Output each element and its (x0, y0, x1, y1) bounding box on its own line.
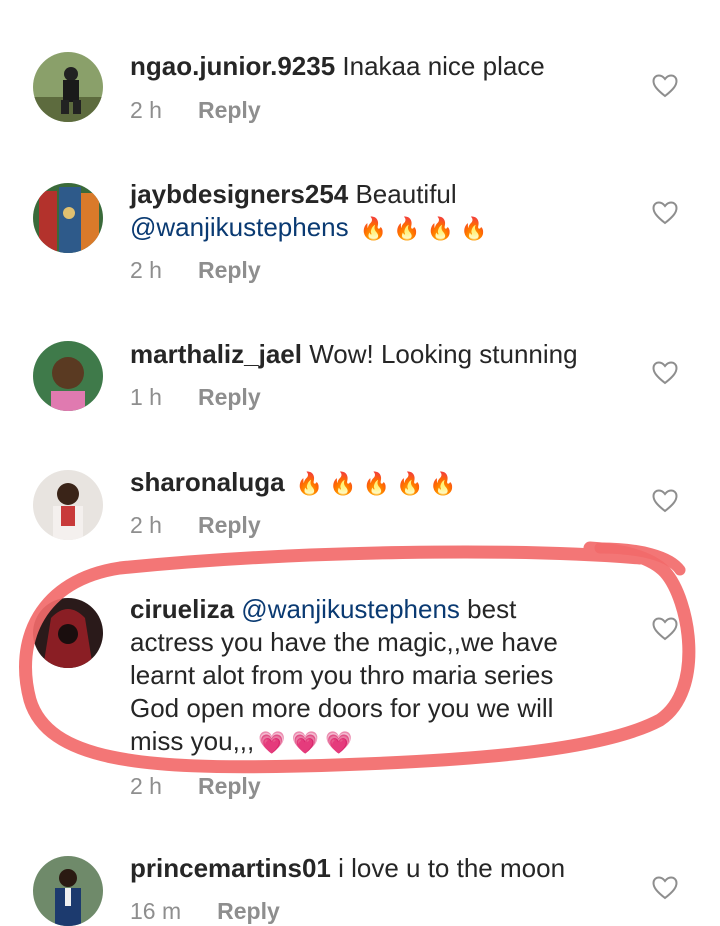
avatar[interactable] (33, 856, 103, 926)
comment-username[interactable]: ngao.junior.9235 (130, 51, 335, 81)
comment-time: 2 h (130, 97, 162, 123)
highlight-circle (19, 541, 696, 774)
avatar[interactable] (33, 598, 103, 668)
fire-emoji-icon: 🔥🔥🔥🔥🔥 (295, 471, 463, 496)
like-heart-icon[interactable] (652, 361, 678, 385)
comment-meta: 2 h Reply (130, 96, 261, 124)
reply-button[interactable]: Reply (198, 773, 261, 799)
comment-username[interactable]: jaybdesigners254 (130, 179, 348, 209)
reply-button[interactable]: Reply (198, 257, 261, 283)
comment-message: Wow! Looking stunning (309, 339, 578, 369)
reply-button[interactable]: Reply (198, 512, 261, 538)
reply-button[interactable]: Reply (217, 898, 280, 924)
comment-meta: 2 h Reply (130, 511, 261, 539)
like-heart-icon[interactable] (652, 617, 678, 641)
comment-time: 1 h (130, 384, 162, 410)
like-heart-icon[interactable] (652, 489, 678, 513)
like-heart-icon[interactable] (652, 74, 678, 98)
comment-time: 2 h (130, 512, 162, 538)
comment-message: Inakaa nice place (342, 51, 545, 81)
mention-link[interactable]: @wanjikustephens (241, 594, 460, 624)
mention-link[interactable]: @wanjikustephens (130, 212, 349, 242)
comment-text: sharonaluga 🔥🔥🔥🔥🔥 (130, 466, 625, 500)
reply-button[interactable]: Reply (198, 384, 261, 410)
comment-username[interactable]: marthaliz_jael (130, 339, 302, 369)
avatar[interactable] (33, 183, 103, 253)
fire-emoji-icon: 🔥🔥🔥🔥 (359, 216, 494, 241)
comment-text: jaybdesigners254 Beautiful @wanjikusteph… (130, 178, 625, 245)
comment-time: 16 m (130, 898, 182, 924)
comment-username[interactable]: princemartins01 (130, 853, 331, 883)
comment-message: Beautiful (355, 179, 457, 209)
comment-text: marthaliz_jael Wow! Looking stunning (130, 338, 625, 371)
like-heart-icon[interactable] (652, 201, 678, 225)
avatar[interactable] (33, 52, 103, 122)
comment-message: i love u to the moon (338, 853, 566, 883)
comment-meta: 1 h Reply (130, 383, 261, 411)
comment-username[interactable]: sharonaluga (130, 467, 285, 497)
comment-text: ngao.junior.9235 Inakaa nice place (130, 50, 625, 83)
comment-username[interactable]: cirueliza (130, 594, 234, 624)
comment-meta: 2 h Reply (130, 772, 261, 800)
comment-time: 2 h (130, 773, 162, 799)
comment-text: princemartins01 i love u to the moon (130, 852, 625, 885)
comment-meta: 16 m Reply (130, 897, 280, 925)
avatar[interactable] (33, 470, 103, 540)
like-heart-icon[interactable] (652, 876, 678, 900)
avatar[interactable] (33, 341, 103, 411)
comment-text: cirueliza @wanjikustephens best actress … (130, 593, 600, 759)
heart-emoji-icon: 💗💗💗 (258, 730, 359, 755)
comment-time: 2 h (130, 257, 162, 283)
reply-button[interactable]: Reply (198, 97, 261, 123)
comment-meta: 2 h Reply (130, 256, 261, 284)
